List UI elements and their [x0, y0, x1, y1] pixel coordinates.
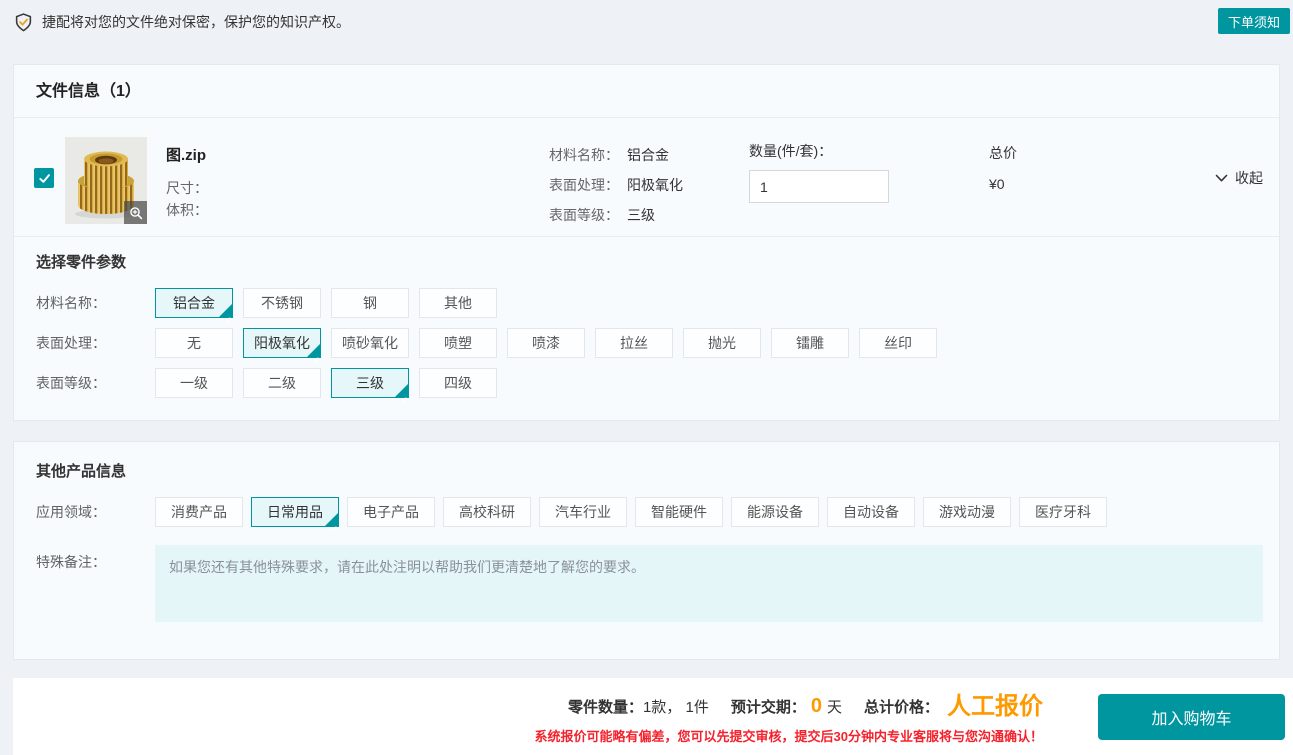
- detail-label: 材料名称：: [549, 147, 619, 163]
- application-option[interactable]: 高校科研: [443, 497, 531, 527]
- material-option[interactable]: 其他: [419, 288, 497, 318]
- grade-option[interactable]: 三级: [331, 368, 409, 398]
- manual-quote-value: 人工报价: [947, 693, 1043, 720]
- part-thumbnail[interactable]: [65, 137, 147, 224]
- material-options: 铝合金 不锈钢 钢 其他: [155, 288, 507, 318]
- total-price-label: 总价: [989, 143, 1017, 163]
- detail-material: 材料名称： 铝合金: [549, 140, 683, 170]
- detail-surface: 表面处理： 阳极氧化: [549, 170, 683, 200]
- collapse-toggle[interactable]: 收起: [1215, 168, 1263, 188]
- total-price-value: ¥0: [989, 176, 1017, 192]
- detail-value: 铝合金: [627, 147, 669, 163]
- application-option[interactable]: 电子产品: [347, 497, 435, 527]
- application-option[interactable]: 智能硬件: [635, 497, 723, 527]
- application-option[interactable]: 游戏动漫: [923, 497, 1011, 527]
- application-option[interactable]: 医疗牙科: [1019, 497, 1107, 527]
- part-params-section: 选择零件参数 材料名称： 铝合金 不锈钢 钢 其他 表面处理： 无 阳极氧化 喷…: [14, 237, 1279, 398]
- file-info-card: 文件信息（1）: [13, 64, 1280, 421]
- order-notice-button[interactable]: 下单须知: [1218, 8, 1290, 34]
- delivery-unit: 天: [827, 699, 842, 716]
- grade-option[interactable]: 四级: [419, 368, 497, 398]
- chevron-down-icon: [1215, 174, 1228, 183]
- part-row: 图.zip 尺寸： 体积： 材料名称： 铝合金 表面处理： 阳极氧化 表面等级： 三级…: [14, 118, 1279, 237]
- detail-label: 表面处理：: [549, 177, 619, 193]
- surface-option[interactable]: 丝印: [859, 328, 937, 358]
- delivery-days-value: 0: [811, 695, 822, 717]
- material-row-label: 材料名称：: [36, 293, 155, 313]
- application-option[interactable]: 汽车行业: [539, 497, 627, 527]
- detail-value: 三级: [627, 207, 655, 223]
- application-option[interactable]: 自动设备: [827, 497, 915, 527]
- total-price-block: 总价 ¥0: [989, 143, 1017, 192]
- surface-grade-options: 一级 二级 三级 四级: [155, 368, 507, 398]
- other-info-title: 其他产品信息: [36, 460, 1279, 481]
- material-option[interactable]: 不锈钢: [243, 288, 321, 318]
- other-info-card: 其他产品信息 应用领域： 消费产品 日常用品 电子产品 高校科研 汽车行业 智能…: [13, 441, 1280, 660]
- order-summary: 零件数量：1款， 1件 预计交期： 0天 总计价格： 人工报价 系统报价可能略有偏差，您…: [535, 686, 1043, 745]
- topbar: 捷配将对您的文件绝对保密，保护您的知识产权。 下单须知: [0, 0, 1293, 48]
- quantity-input[interactable]: [749, 170, 889, 203]
- material-option[interactable]: 铝合金: [155, 288, 233, 318]
- checkout-footer: 零件数量：1款， 1件 预计交期： 0天 总计价格： 人工报价 系统报价可能略有偏差，您…: [13, 678, 1293, 755]
- surface-treatment-options: 无 阳极氧化 喷砂氧化 喷塑 喷漆 拉丝 抛光 镭雕 丝印: [155, 328, 947, 358]
- params-section-title: 选择零件参数: [36, 251, 1279, 272]
- surface-option[interactable]: 镭雕: [771, 328, 849, 358]
- file-name: 图.zip: [166, 144, 208, 165]
- quantity-block: 数量(件/套)：: [749, 141, 889, 203]
- surface-option[interactable]: 无: [155, 328, 233, 358]
- application-option[interactable]: 能源设备: [731, 497, 819, 527]
- summary-line: 零件数量：1款， 1件 预计交期： 0天 总计价格： 人工报价: [535, 686, 1043, 721]
- detail-grade: 表面等级： 三级: [549, 200, 683, 230]
- shield-check-icon: [14, 13, 33, 32]
- material-row: 材料名称： 铝合金 不锈钢 钢 其他: [36, 288, 1279, 318]
- part-count-label: 零件数量：: [568, 699, 643, 716]
- check-icon: [38, 172, 51, 185]
- remark-label: 特殊备注：: [36, 545, 155, 622]
- dimension-label: 尺寸：: [166, 177, 208, 199]
- application-option[interactable]: 消费产品: [155, 497, 243, 527]
- surface-option[interactable]: 阳极氧化: [243, 328, 321, 358]
- grade-option[interactable]: 二级: [243, 368, 321, 398]
- detail-label: 表面等级：: [549, 207, 619, 223]
- file-meta: 图.zip 尺寸： 体积：: [166, 144, 208, 221]
- quantity-label: 数量(件/套)：: [749, 143, 832, 159]
- part-detail-summary: 材料名称： 铝合金 表面处理： 阳极氧化 表面等级： 三级: [549, 140, 683, 230]
- surface-grade-row-label: 表面等级：: [36, 373, 155, 393]
- surface-option[interactable]: 拉丝: [595, 328, 673, 358]
- remark-textarea[interactable]: [155, 545, 1263, 622]
- surface-treatment-row: 表面处理： 无 阳极氧化 喷砂氧化 喷塑 喷漆 拉丝 抛光 镭雕 丝印: [36, 328, 1279, 358]
- application-option[interactable]: 日常用品: [251, 497, 339, 527]
- delivery-label: 预计交期：: [731, 699, 806, 716]
- surface-option[interactable]: 抛光: [683, 328, 761, 358]
- application-row: 应用领域： 消费产品 日常用品 电子产品 高校科研 汽车行业 智能硬件 能源设备…: [36, 497, 1279, 527]
- surface-grade-row: 表面等级： 一级 二级 三级 四级: [36, 368, 1279, 398]
- quote-warning-text: 系统报价可能略有偏差，您可以先提交审核，提交后30分钟内专业客服将与您沟通确认！: [535, 726, 1043, 745]
- application-row-label: 应用领域：: [36, 502, 155, 522]
- part-checkbox[interactable]: [34, 168, 54, 188]
- surface-option[interactable]: 喷塑: [419, 328, 497, 358]
- application-options: 消费产品 日常用品 电子产品 高校科研 汽车行业 智能硬件 能源设备 自动设备 …: [155, 497, 1115, 527]
- file-info-title: 文件信息（1）: [14, 65, 1279, 118]
- total-price-label: 总计价格：: [864, 699, 939, 716]
- add-to-cart-button[interactable]: 加入购物车: [1098, 694, 1285, 740]
- grade-option[interactable]: 一级: [155, 368, 233, 398]
- material-option[interactable]: 钢: [331, 288, 409, 318]
- part-count-value: 1款， 1件: [643, 699, 709, 716]
- magnifier-zoom-icon[interactable]: [124, 201, 147, 224]
- surface-option[interactable]: 喷漆: [507, 328, 585, 358]
- surface-treatment-row-label: 表面处理：: [36, 333, 155, 353]
- security-notice: 捷配将对您的文件绝对保密，保护您的知识产权。: [14, 12, 350, 32]
- surface-option[interactable]: 喷砂氧化: [331, 328, 409, 358]
- collapse-label: 收起: [1235, 168, 1263, 188]
- volume-label: 体积：: [166, 199, 208, 221]
- remark-row: 特殊备注：: [36, 545, 1279, 622]
- security-notice-text: 捷配将对您的文件绝对保密，保护您的知识产权。: [42, 12, 350, 32]
- detail-value: 阳极氧化: [627, 177, 683, 193]
